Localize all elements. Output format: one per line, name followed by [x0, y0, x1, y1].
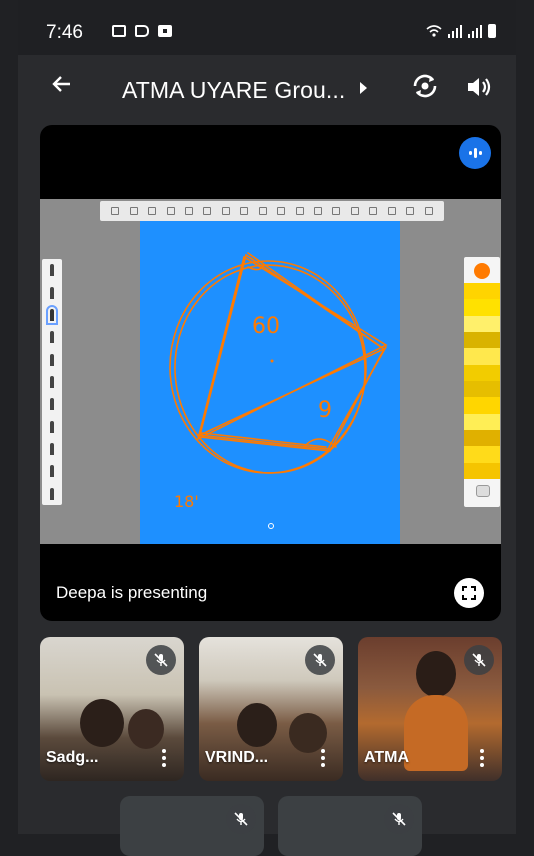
toolbar-tool-icon — [369, 207, 378, 215]
pen-icon — [50, 286, 54, 299]
pen-icon — [50, 353, 54, 366]
toolbar-tool-icon — [166, 207, 175, 215]
participant-tile[interactable] — [120, 796, 264, 856]
fullscreen-button[interactable] — [454, 578, 484, 608]
pen-icon — [50, 465, 54, 478]
status-bar: 7:46 — [18, 0, 516, 55]
participant-tile[interactable]: ATMA — [358, 637, 502, 781]
signal-2-icon — [468, 25, 482, 38]
pen-icon — [50, 398, 54, 411]
toolbar-tool-icon — [203, 207, 212, 215]
meeting-title[interactable]: ATMA UYARE Grou... — [122, 77, 345, 104]
speaker-icon — [468, 78, 491, 96]
angle-label-18: 18' — [174, 492, 199, 511]
pen-icon — [50, 487, 54, 500]
pen-icon — [50, 420, 54, 433]
participant-tile[interactable]: Sadg... — [40, 637, 184, 781]
wifi-icon — [426, 24, 442, 38]
toolbar-tool-icon — [221, 207, 230, 215]
call-screen: 7:46 ATMA UYARE Grou... 60 9 18' Deepa i… — [18, 0, 516, 856]
toolbar-tool-icon — [277, 207, 286, 215]
toolbar-tool-icon — [129, 207, 138, 215]
color-swatches — [464, 283, 500, 479]
toolbar-tool-icon — [406, 207, 415, 215]
toolbar-tool-icon — [258, 207, 267, 215]
audio-level-icon — [459, 137, 491, 169]
toolbar-tool-icon — [314, 207, 323, 215]
image-icon — [112, 25, 126, 37]
shared-screen: 60 9 18' — [40, 199, 501, 544]
toolbar-tool-icon — [184, 207, 193, 215]
arrow-left-icon — [52, 76, 70, 92]
more-options-icon[interactable] — [321, 749, 325, 767]
palette-toggle-icon — [476, 485, 490, 497]
geometry-drawing: 60 9 18' — [169, 252, 388, 511]
video-icon — [135, 25, 149, 37]
mic-muted-icon — [305, 645, 335, 675]
mic-muted-icon — [384, 804, 414, 834]
angle-label-60: 60 — [252, 314, 280, 339]
mic-muted-icon — [226, 804, 256, 834]
signal-icon — [448, 25, 462, 38]
pen-tools-panel — [42, 259, 62, 505]
pen-icon — [46, 304, 58, 325]
speaker-button[interactable] — [462, 73, 494, 101]
participant-name: VRIND... — [205, 749, 269, 766]
pen-icon — [50, 331, 54, 344]
toolbar-tool-icon — [111, 207, 120, 215]
mic-muted-icon — [146, 645, 176, 675]
toolbar-tool-icon — [350, 207, 359, 215]
whiteboard-toolbar — [100, 201, 444, 221]
call-header: ATMA UYARE Grou... — [18, 55, 516, 125]
participant-tile[interactable] — [278, 796, 422, 856]
switch-camera-button[interactable] — [409, 70, 441, 102]
pen-icon — [50, 264, 54, 277]
selected-color-swatch — [474, 263, 490, 279]
toolbar-tool-icon — [295, 207, 304, 215]
camera-switch-icon — [413, 74, 437, 98]
participant-name: ATMA — [364, 749, 410, 766]
mic-muted-icon — [464, 645, 494, 675]
toolbar-tool-icon — [332, 207, 341, 215]
toolbar-tool-icon — [424, 207, 433, 215]
pen-icon — [50, 375, 54, 388]
presenting-label: Deepa is presenting — [56, 583, 208, 602]
pen-icon — [50, 443, 54, 456]
toolbar-tool-icon — [148, 207, 157, 215]
color-palette — [464, 257, 500, 507]
more-options-icon[interactable] — [480, 749, 484, 767]
battery-icon — [488, 24, 496, 38]
toolbar-tool-icon — [240, 207, 249, 215]
notification-icons — [112, 25, 172, 37]
chevron-right-icon[interactable] — [360, 82, 367, 94]
more-options-icon[interactable] — [162, 749, 166, 767]
status-time: 7:46 — [46, 22, 83, 43]
participant-name: Sadg... — [46, 749, 99, 766]
back-button[interactable] — [50, 71, 74, 103]
participant-tile[interactable]: VRIND... — [199, 637, 343, 781]
presentation-tile[interactable]: 60 9 18' Deepa is presenting — [40, 125, 501, 621]
toolbar-tool-icon — [387, 207, 396, 215]
app-icon — [158, 25, 172, 37]
system-indicators — [426, 24, 496, 38]
page-indicator — [268, 523, 274, 529]
angle-label-9: 9 — [318, 398, 332, 423]
fullscreen-icon — [461, 585, 477, 601]
